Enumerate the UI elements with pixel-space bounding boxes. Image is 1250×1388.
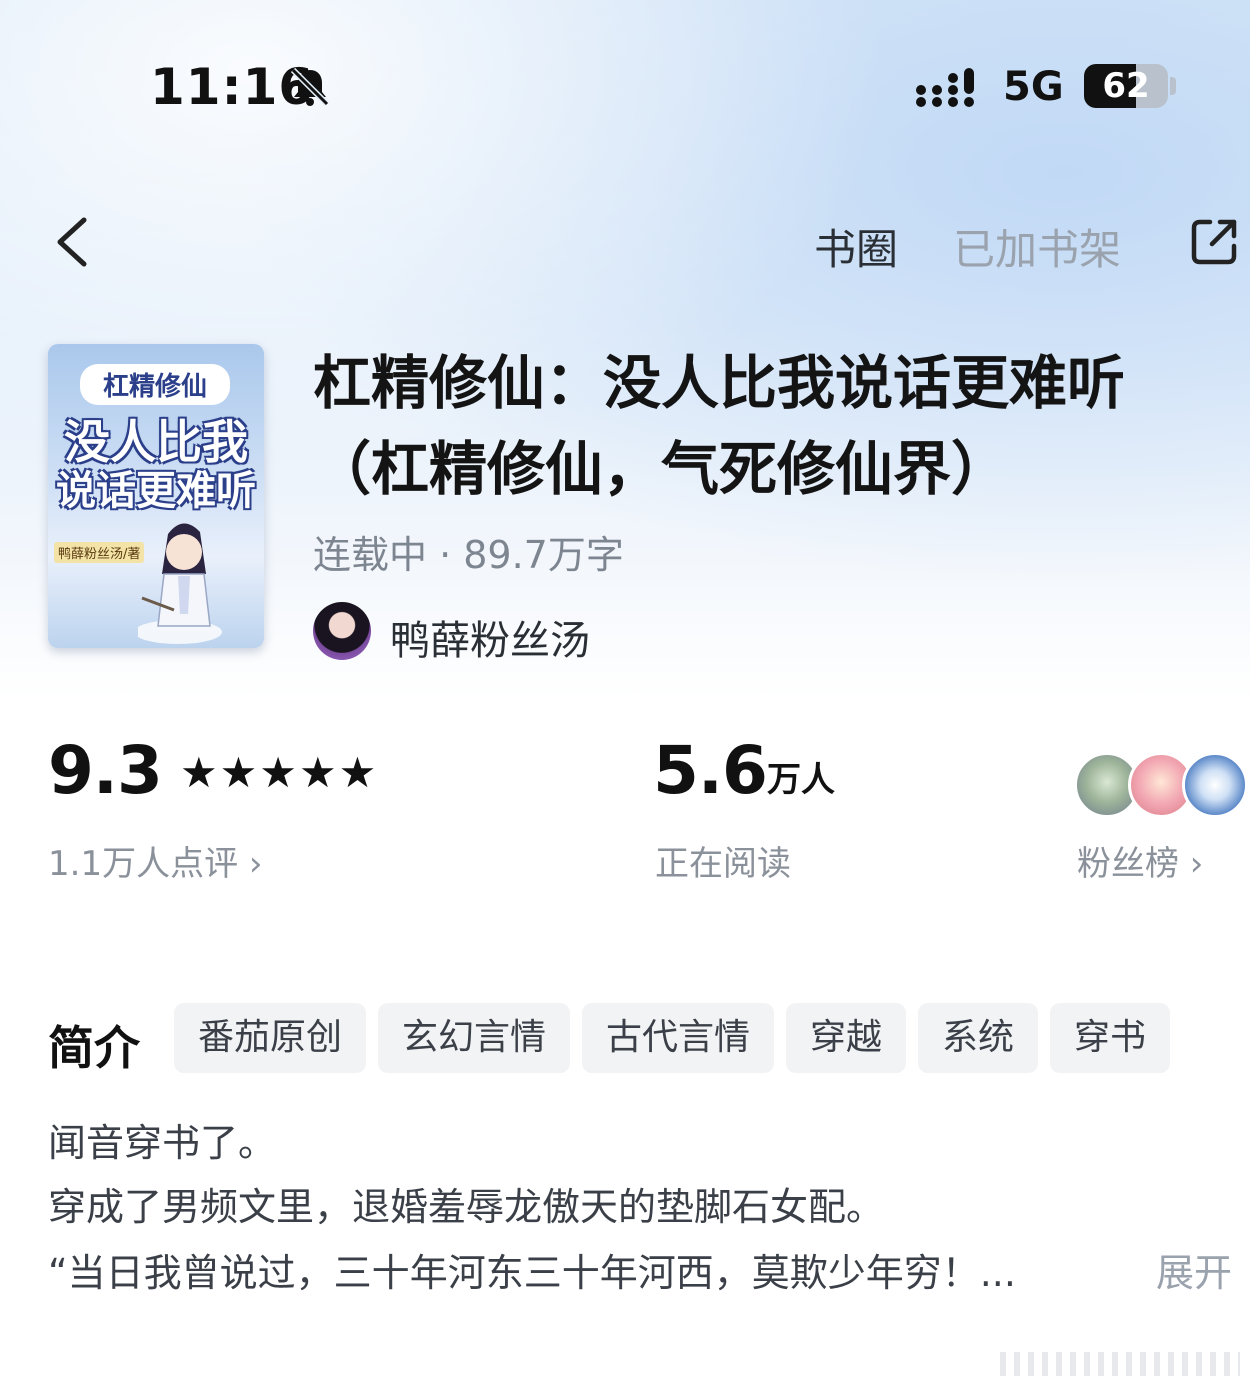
cover-title-line3: 说话更难听 <box>56 468 256 514</box>
cover-character-illustration <box>138 523 222 644</box>
fan-ranking-link[interactable]: 粉丝榜 › <box>1077 836 1203 885</box>
tag-chip[interactable]: 系统 <box>918 1003 1038 1073</box>
intro-text-line: 闻音穿书了。 <box>48 1121 277 1165</box>
cover-title-line1: 杠精修仙 <box>80 364 230 405</box>
network-type: 5G <box>1003 64 1064 110</box>
share-icon[interactable] <box>1188 216 1240 268</box>
rating-score: 9.3 <box>48 732 163 809</box>
expand-intro-button[interactable]: 展开 <box>1156 1242 1232 1297</box>
silent-bell-icon <box>290 67 330 107</box>
tag-chip[interactable]: 玄幻言情 <box>378 1003 570 1073</box>
tag-chip[interactable]: 番茄原创 <box>174 1003 366 1073</box>
watermark <box>1000 1352 1240 1376</box>
book-title: 杠精修仙：没人比我说话更难听（杠精修仙，气死修仙界） <box>313 349 1126 503</box>
tag-chip[interactable]: 穿越 <box>786 1003 906 1073</box>
battery-tip <box>1170 77 1176 95</box>
book-cover[interactable]: 杠精修仙 没人比我 说话更难听 鸭薛粉丝汤/著 <box>48 344 264 648</box>
intro-heading: 简介 <box>48 1021 140 1075</box>
review-count-link[interactable]: 1.1万人点评 › <box>48 836 262 885</box>
book-circle-link[interactable]: 书圈 <box>814 216 898 277</box>
readers-label: 正在阅读 <box>655 844 791 884</box>
tag-chip[interactable]: 古代言情 <box>582 1003 774 1073</box>
intro-text-line: 穿成了男频文里，退婚羞辱龙傲天的垫脚石女配。 <box>48 1185 885 1229</box>
fan-avatar[interactable] <box>1182 752 1248 818</box>
readers-unit: 万人 <box>767 760 835 800</box>
tag-chip[interactable]: 穿书 <box>1050 1003 1170 1073</box>
rating-stars: ★★★★★ <box>180 748 379 797</box>
signal-strength-icon <box>916 68 974 107</box>
readers-count: 5.6 <box>653 732 768 809</box>
intro-text-line: “当日我曾说过，三十年河东三十年河西，莫欺少年穷！... <box>48 1251 1016 1295</box>
cover-author-tag: 鸭薛粉丝汤/著 <box>54 542 145 563</box>
author-avatar[interactable] <box>313 602 371 660</box>
book-status-wordcount: 连载中 · 89.7万字 <box>313 533 624 577</box>
battery-level: 62 <box>1102 66 1150 106</box>
author-name[interactable]: 鸭薛粉丝汤 <box>390 608 590 666</box>
back-chevron-icon[interactable] <box>50 214 96 270</box>
added-to-shelf-button[interactable]: 已加书架 <box>953 216 1121 277</box>
battery-indicator: 62 <box>1084 64 1168 108</box>
